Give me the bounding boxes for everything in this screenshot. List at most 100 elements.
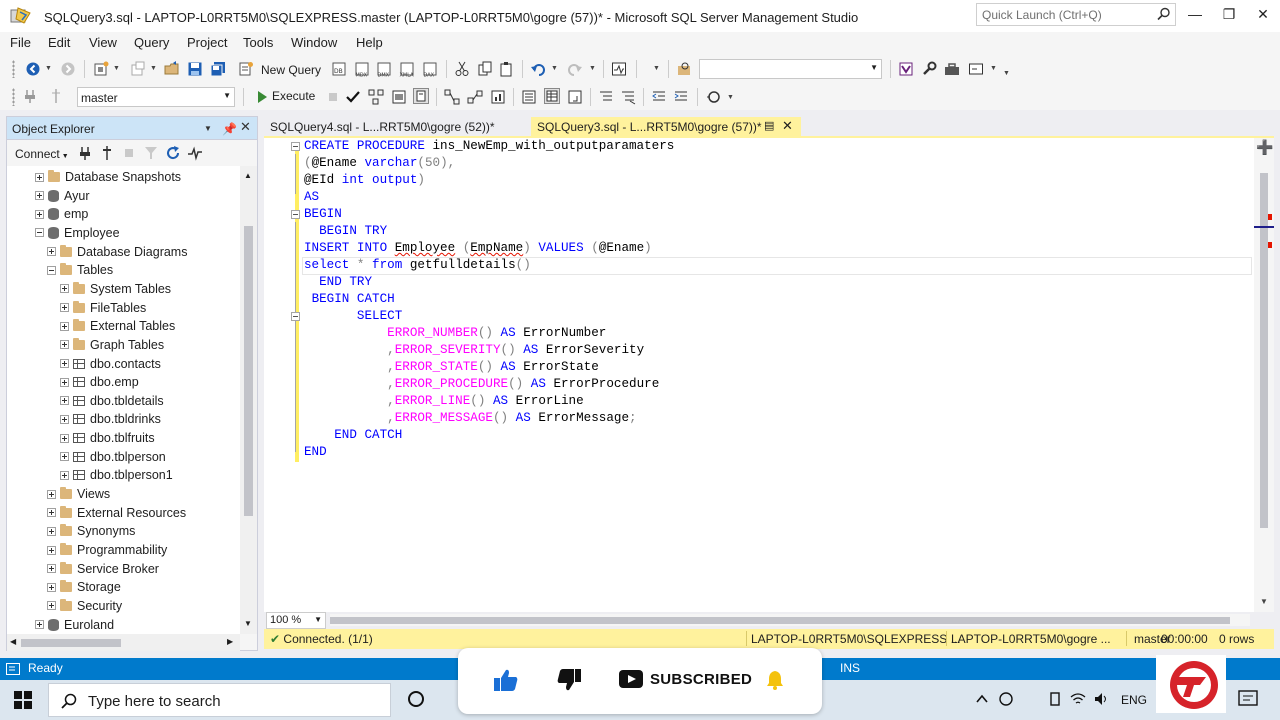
tab-sqlquery3[interactable]: SQLQuery3.sql - L...RRT5M0\gogre (57))* … <box>531 117 801 137</box>
results-to-text-icon[interactable] <box>521 89 537 105</box>
expand-icon[interactable] <box>60 340 69 350</box>
expand-icon[interactable] <box>60 470 69 480</box>
expand-icon[interactable] <box>47 508 56 518</box>
cut-icon[interactable] <box>454 61 470 77</box>
display-estimated-plan-icon[interactable] <box>368 89 384 105</box>
cancel-query-icon[interactable] <box>325 89 341 105</box>
back-dropdown-icon[interactable]: ▼ <box>45 65 52 72</box>
restore-button[interactable]: ❐ <box>1214 4 1244 26</box>
tree-item[interactable]: dbo.tblfruits <box>60 429 155 447</box>
toolbar-options-icon[interactable]: ▼ <box>1003 70 1010 77</box>
tree-item[interactable]: Programmability <box>47 541 167 559</box>
input-language[interactable]: ENG <box>1121 693 1147 707</box>
paste-icon[interactable] <box>499 61 515 77</box>
scrollbar-thumb[interactable] <box>330 617 1230 624</box>
battery-icon[interactable] <box>1048 692 1062 706</box>
expand-icon[interactable] <box>60 396 69 406</box>
editor-horizontal-scrollbar[interactable] <box>330 614 1250 626</box>
menu-help[interactable]: Help <box>356 35 383 50</box>
tree-item[interactable]: dbo.tbldetails <box>60 392 164 410</box>
windows-start-icon[interactable] <box>14 691 32 709</box>
show-hidden-icons-chevron-icon[interactable] <box>975 693 989 705</box>
dmx-query-icon[interactable]: DMX <box>376 61 392 77</box>
notifications-icon[interactable] <box>1238 690 1258 708</box>
menu-window[interactable]: Window <box>291 35 337 50</box>
copy-icon[interactable] <box>477 61 493 77</box>
filter-icon[interactable] <box>143 145 159 161</box>
expand-icon[interactable] <box>35 209 44 219</box>
expand-icon[interactable] <box>60 433 69 443</box>
client-statistics-icon[interactable] <box>490 89 506 105</box>
vs-solution-icon[interactable] <box>898 61 914 77</box>
collapse-region-icon[interactable] <box>291 312 300 321</box>
comment-out-icon[interactable] <box>598 89 614 105</box>
taskbar-search-input[interactable]: Type here to search <box>48 683 391 717</box>
available-databases-combo[interactable]: master ▼ <box>77 87 235 107</box>
editor-vertical-scrollbar[interactable]: ▼ <box>1254 138 1274 612</box>
collapse-region-icon[interactable] <box>291 142 300 151</box>
menu-view[interactable]: View <box>89 35 117 50</box>
tree-item[interactable]: Ayur <box>35 187 89 205</box>
tree-item[interactable]: Database Diagrams <box>47 243 187 261</box>
tree-item[interactable]: Graph Tables <box>60 336 164 354</box>
window-position-dropdown-icon[interactable]: ▼ <box>204 124 212 133</box>
query-options-icon[interactable] <box>391 89 407 105</box>
scrollbar-thumb[interactable] <box>21 639 121 647</box>
tree-item[interactable]: Employee <box>35 224 120 242</box>
volume-icon[interactable] <box>1094 692 1110 706</box>
tree-item[interactable]: dbo.tblperson1 <box>60 466 173 484</box>
activity-monitor-icon[interactable] <box>187 145 203 161</box>
collapse-region-icon[interactable] <box>291 210 300 219</box>
xmla-query-icon[interactable]: XMLA <box>399 61 415 77</box>
change-connection-icon[interactable] <box>48 88 64 104</box>
find-combo[interactable]: ▼ <box>699 59 882 79</box>
tree-item[interactable]: Euroland <box>35 616 114 634</box>
tree-item[interactable]: Tables <box>47 261 113 279</box>
quick-launch-input[interactable]: Quick Launch (Ctrl+Q) <box>976 3 1176 26</box>
expand-icon[interactable] <box>60 284 69 294</box>
include-actual-plan-icon[interactable] <box>444 89 460 105</box>
pin-icon[interactable]: 📌 <box>222 122 237 136</box>
database-engine-query-icon[interactable]: DB <box>331 61 347 77</box>
tree-item[interactable]: Synonyms <box>47 522 135 540</box>
output-dropdown-icon[interactable]: ▼ <box>990 65 997 72</box>
output-window-icon[interactable] <box>968 61 984 77</box>
expand-icon[interactable] <box>60 414 69 424</box>
expand-icon[interactable] <box>47 582 56 592</box>
close-window-button[interactable]: ✕ <box>1248 4 1278 26</box>
pin-icon[interactable]: ▤ <box>764 119 774 132</box>
tree-item[interactable]: External Tables <box>60 317 175 335</box>
stop-icon[interactable] <box>121 145 137 161</box>
undo-icon[interactable] <box>530 61 546 77</box>
tree-item[interactable]: Views <box>47 485 110 503</box>
tree-item[interactable]: dbo.contacts <box>60 355 161 373</box>
redo-icon[interactable] <box>567 61 583 77</box>
back-icon[interactable] <box>25 61 41 77</box>
task-view-icon[interactable] <box>408 691 424 707</box>
scroll-down-icon[interactable]: ▼ <box>1260 597 1268 606</box>
tree-item[interactable]: External Resources <box>47 504 186 522</box>
tab-sqlquery4[interactable]: SQLQuery4.sql - L...RRT5M0\gogre (52))* <box>264 117 526 137</box>
scroll-left-icon[interactable]: ◀ <box>10 637 16 646</box>
tree-item[interactable]: emp <box>35 205 88 223</box>
refresh-icon[interactable] <box>165 145 181 161</box>
find-in-files-icon[interactable] <box>676 61 692 77</box>
scroll-up-icon[interactable]: ▲ <box>244 171 252 180</box>
expand-icon[interactable] <box>47 247 56 257</box>
wifi-icon[interactable] <box>1070 692 1086 706</box>
expand-icon[interactable] <box>47 545 56 555</box>
decrease-indent-icon[interactable] <box>651 89 667 105</box>
expand-icon[interactable] <box>47 489 56 499</box>
toolbar-options-icon[interactable]: ▼ <box>727 94 734 101</box>
expand-icon[interactable] <box>60 452 69 462</box>
dax-query-icon[interactable]: DAX <box>422 61 438 77</box>
menu-project[interactable]: Project <box>187 35 227 50</box>
new-project-icon[interactable] <box>93 61 109 77</box>
live-query-statistics-icon[interactable] <box>467 89 483 105</box>
new-project-dropdown-icon[interactable]: ▼ <box>113 65 120 72</box>
save-all-icon[interactable] <box>210 61 226 77</box>
expand-icon[interactable] <box>47 526 56 536</box>
minimize-button[interactable]: — <box>1180 4 1210 26</box>
tree-item[interactable]: FileTables <box>60 299 146 317</box>
collapse-icon[interactable] <box>47 265 56 275</box>
